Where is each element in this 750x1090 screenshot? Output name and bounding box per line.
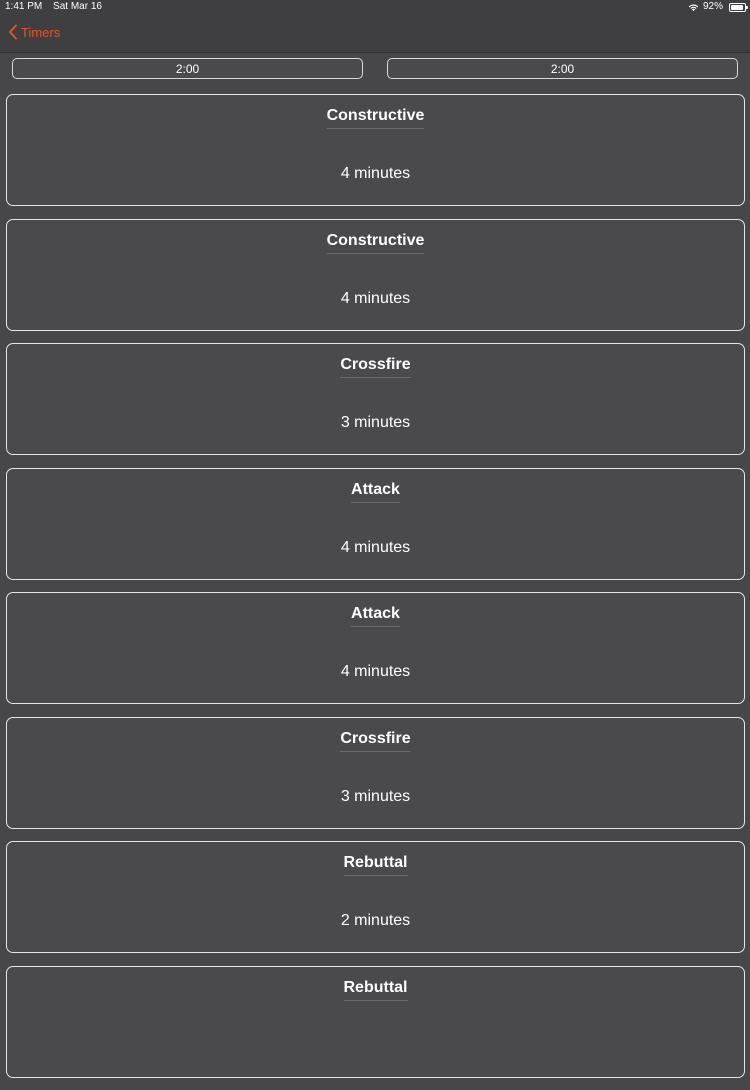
speech-title-text: Rebuttal [343, 979, 408, 1001]
back-button[interactable]: Timers [8, 24, 60, 40]
speech-duration: 4 minutes [340, 663, 411, 680]
speech-title: Constructive [7, 107, 744, 129]
speech-list: Constructive 4 minutes Constructive 4 minut… [6, 94, 745, 1090]
speech-card[interactable]: Constructive 4 minutes [6, 94, 745, 206]
speech-card[interactable]: Rebuttal [6, 965, 745, 1078]
speech-title: Crossfire [7, 356, 744, 378]
navigation-bar: Timers [0, 14, 750, 53]
speech-duration: 4 minutes [340, 165, 411, 182]
speech-card[interactable]: Rebuttal 2 minutes [6, 841, 745, 953]
speech-title: Attack [7, 605, 744, 627]
speech-title: Crossfire [7, 730, 744, 752]
speech-title: Attack [7, 481, 744, 503]
prep-timer-left[interactable]: 2:00 [12, 58, 363, 79]
speech-card[interactable]: Constructive 4 minutes [6, 218, 745, 331]
battery-icon [729, 2, 748, 12]
speech-duration: 2 minutes [340, 912, 411, 929]
speech-duration: 4 minutes [340, 538, 411, 556]
status-bar: 1:41 PM Sat Mar 16 92% [0, 0, 750, 14]
speech-title-text: Attack [351, 605, 400, 627]
speech-title-text: Rebuttal [343, 854, 408, 876]
prep-timer-right[interactable]: 2:00 [387, 58, 738, 79]
speech-duration: 3 minutes [340, 787, 411, 805]
battery-fill [731, 4, 743, 10]
speech-title-text: Crossfire [340, 730, 411, 752]
chevron-left-icon [9, 24, 17, 40]
speech-card[interactable]: Crossfire 3 minutes [6, 343, 745, 455]
speech-duration: 4 minutes [340, 289, 411, 307]
speech-title-text: Crossfire [340, 356, 411, 378]
speech-title-text: Constructive [326, 107, 425, 129]
speech-card[interactable]: Attack 4 minutes [6, 592, 745, 704]
speech-duration: 3 minutes [340, 414, 411, 431]
speech-card[interactable]: Attack 4 minutes [6, 467, 745, 580]
wifi-icon [688, 4, 699, 11]
back-button-label: Timers [21, 24, 61, 40]
speech-title: Rebuttal [7, 854, 744, 876]
speech-card[interactable]: Crossfire 3 minutes [6, 716, 745, 829]
prep-timer-row: 2:00 2:00 [0, 57, 750, 83]
status-date: Sat Mar 16 [53, 1, 102, 12]
speech-title: Constructive [7, 232, 744, 254]
speech-title-text: Constructive [326, 232, 425, 254]
battery-percent: 92% [702, 1, 723, 12]
speech-title: Rebuttal [7, 979, 744, 1001]
status-time: 1:41 PM [5, 1, 43, 12]
speech-title-text: Attack [351, 481, 400, 503]
